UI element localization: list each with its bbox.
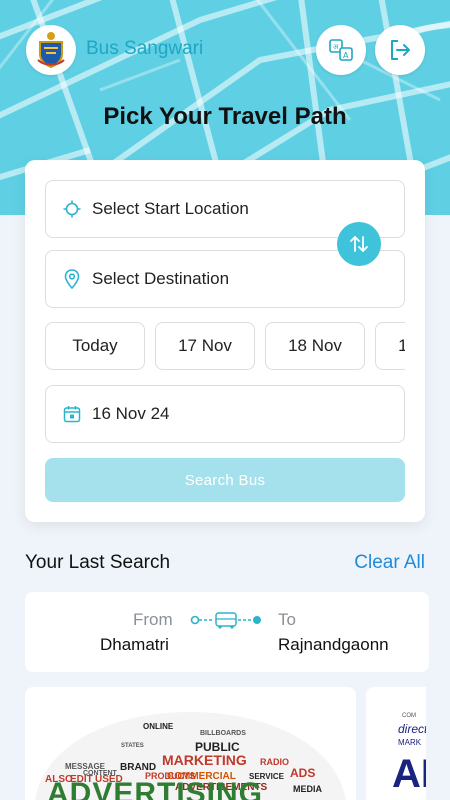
selected-date: 16 Nov 24 — [92, 404, 170, 423]
svg-text:COM: COM — [402, 713, 416, 719]
advertising-word-cloud: ONLINE STATES BILLBOARDS PUBLIC MARKETIN… — [35, 712, 346, 800]
date-picker-field[interactable]: 16 Nov 24 — [45, 385, 405, 443]
logout-button[interactable] — [375, 25, 425, 75]
svg-text:A: A — [343, 51, 349, 60]
ad-word: CONTENT — [83, 770, 118, 777]
side-ad-art: COM direct MARK AD — [392, 713, 426, 796]
svg-text:MARK: MARK — [398, 738, 422, 747]
calendar-icon — [62, 404, 82, 424]
translate-icon: अ A — [329, 39, 353, 61]
svg-text:direct: direct — [398, 722, 426, 736]
logout-icon — [391, 40, 410, 60]
svg-text:AD: AD — [392, 752, 426, 796]
location-pin-icon — [62, 269, 82, 289]
ad-word: ADS — [290, 766, 315, 780]
ad-word: STATES — [121, 743, 144, 749]
last-search-title: Your Last Search — [25, 552, 171, 573]
destination-placeholder: Select Destination — [92, 269, 230, 288]
ad-word-advertising: ADVERTISING — [47, 777, 263, 800]
search-card: Select Start Location Select Destination… — [25, 160, 425, 522]
date-chip-18-nov[interactable]: 18 Nov — [265, 322, 365, 370]
date-chip-row: Today 17 Nov 18 Nov 19 Nov — [45, 322, 405, 370]
last-search-card[interactable]: From To Dhamatri Rajnandgaonn — [25, 592, 429, 672]
start-location-placeholder: Select Start Location — [92, 199, 249, 218]
clear-all-link[interactable]: Clear All — [354, 552, 425, 574]
top-bar: Bus Sangwari अ A — [0, 0, 450, 100]
to-label: To — [278, 610, 296, 629]
app-logo — [26, 25, 76, 75]
app-title: Bus Sangwari — [86, 38, 204, 59]
ad-word: RADIO — [260, 757, 289, 767]
crosshair-icon — [62, 199, 82, 219]
ad-word: BILLBOARDS — [200, 730, 246, 737]
date-chip-today[interactable]: Today — [45, 322, 145, 370]
search-bus-button[interactable]: Search Bus — [45, 458, 405, 502]
ad-word: MARKETING — [162, 752, 247, 768]
side-ad-banner[interactable]: COM direct MARK AD — [366, 687, 426, 800]
ad-word: ONLINE — [143, 722, 174, 731]
svg-text:अ: अ — [333, 43, 339, 51]
date-chip-17-nov[interactable]: 17 Nov — [155, 322, 255, 370]
from-city: Dhamatri — [100, 635, 169, 654]
emblem-icon — [37, 32, 65, 69]
translate-button[interactable]: अ A — [316, 25, 366, 75]
ad-word: MEDIA — [293, 784, 323, 794]
date-chip-19-nov[interactable]: 19 Nov — [375, 322, 405, 370]
page-title: Pick Your Travel Path — [103, 103, 347, 130]
swap-locations-button[interactable] — [337, 222, 381, 266]
to-city: Rajnandgaonn — [278, 635, 389, 654]
ad-word: BRAND — [120, 762, 156, 773]
advertising-banner[interactable]: ONLINE STATES BILLBOARDS PUBLIC MARKETIN… — [25, 687, 356, 800]
from-label: From — [133, 610, 173, 629]
swap-arrows-icon — [350, 236, 368, 252]
bus-route-icon — [190, 612, 261, 629]
